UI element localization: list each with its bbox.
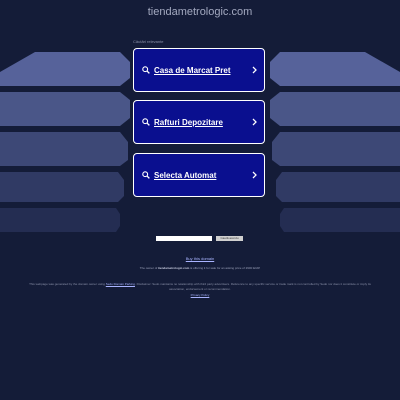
- sedo-parking-link[interactable]: Sedo Domain Parking: [106, 282, 135, 286]
- disclaimer-suffix: . Disclaimer: Sedo maintains no relation…: [134, 282, 371, 291]
- left-band-2: [0, 92, 130, 126]
- parking-page: tiendametrologic.com Căutări relevante C…: [0, 0, 400, 400]
- buy-domain-link[interactable]: Buy this domain: [0, 256, 400, 261]
- right-decor: [270, 52, 400, 232]
- right-band-1: [270, 52, 400, 86]
- left-band-3: [0, 132, 128, 166]
- related-link-casa-de-marcat[interactable]: Casa de Marcat Pret: [133, 48, 265, 92]
- disclaimer-prefix: This webpage was generated by the domain…: [29, 282, 106, 286]
- disclaimer: This webpage was generated by the domain…: [24, 282, 376, 292]
- left-decor: [0, 52, 130, 232]
- owner-suffix: is offering it for sale for an asking pr…: [189, 266, 261, 270]
- right-band-5: [280, 208, 400, 232]
- search-icon: [141, 170, 151, 180]
- search-icon: [141, 117, 151, 127]
- right-band-4: [276, 172, 400, 202]
- left-band-4: [0, 172, 124, 202]
- right-band-2: [270, 92, 400, 126]
- chevron-right-icon: [250, 170, 258, 180]
- related-searches-label: Căutări relevante: [133, 39, 164, 44]
- search-button[interactable]: Caută acordu: [216, 236, 243, 241]
- left-band-5: [0, 208, 120, 232]
- related-link-label: Rafturi Depozitare: [154, 117, 223, 127]
- right-band-3: [272, 132, 400, 166]
- search-icon: [141, 65, 151, 75]
- related-link-label: Selecta Automat: [154, 170, 217, 180]
- owner-text: The owner of tiendametrologic.com is off…: [0, 266, 400, 270]
- domain-title: tiendametrologic.com: [147, 6, 253, 18]
- owner-domain: tiendametrologic.com: [158, 266, 190, 270]
- left-band-1: [0, 52, 130, 86]
- search-input[interactable]: [156, 236, 212, 241]
- privacy-policy-link[interactable]: Privacy Policy: [0, 293, 400, 297]
- related-link-rafturi-depozitare[interactable]: Rafturi Depozitare: [133, 100, 265, 144]
- owner-prefix: The owner of: [139, 266, 159, 270]
- chevron-right-icon: [250, 65, 258, 75]
- chevron-right-icon: [250, 117, 258, 127]
- related-link-label: Casa de Marcat Pret: [154, 65, 231, 75]
- related-link-selecta-automat[interactable]: Selecta Automat: [133, 153, 265, 197]
